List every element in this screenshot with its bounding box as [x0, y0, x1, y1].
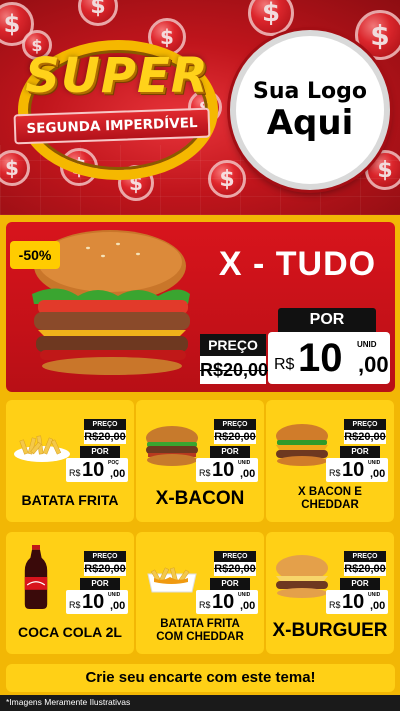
por-label: POR — [210, 446, 250, 458]
new-price: R$ 10 UNID ,00 — [326, 458, 388, 482]
unit-label: UNID — [357, 340, 377, 349]
fries-icon — [14, 435, 70, 462]
unit-label: UNID — [238, 460, 251, 466]
price-integer: 10 — [82, 459, 105, 481]
unit-label: UNID — [238, 592, 251, 598]
preco-label: PREÇO — [214, 551, 256, 562]
price-integer: 10 — [212, 459, 235, 481]
por-label: POR — [340, 446, 380, 458]
featured-new-price: R$ 10 UNID ,00 — [268, 332, 390, 384]
new-price: R$ 10 UNID ,00 — [66, 590, 128, 614]
price-decimal: ,00 — [358, 352, 389, 377]
featured-old-price: R$20,00 — [200, 356, 268, 384]
cheeseburger-icon — [276, 555, 328, 598]
logo-placeholder[interactable]: Sua Logo Aqui — [230, 30, 390, 190]
unit-label: UNID — [108, 592, 121, 598]
product-name: X-BURGUER — [272, 620, 388, 641]
dollar-coin-icon: $ — [78, 0, 118, 26]
price-integer: 10 — [342, 459, 365, 481]
product-card[interactable]: PREÇO R$20,00 POR R$ 10 UNID ,00 BATATA … — [136, 532, 264, 654]
product-name: BATATA FRITA — [21, 492, 119, 508]
currency-label: R$ — [329, 468, 341, 478]
new-price: R$ 10 UNID ,00 — [326, 590, 388, 614]
price-decimal: ,00 — [240, 468, 256, 480]
old-price: R$20,00 — [84, 562, 126, 576]
currency-label: R$ — [69, 600, 81, 610]
unit-label: UNID — [368, 592, 381, 598]
preco-label: PREÇO — [344, 551, 386, 562]
old-price: R$20,00 — [344, 430, 386, 444]
cheddar-fries-icon — [147, 567, 197, 593]
discount-badge: -50% — [10, 241, 60, 269]
price-integer: 10 — [298, 336, 343, 380]
product-name: BATATA FRITA COM CHEDDAR — [156, 618, 244, 643]
product-card[interactable]: PREÇO R$20,00 POR R$ 10 UNID ,00 X-BACON — [136, 400, 264, 522]
burger-icon — [146, 426, 198, 466]
old-price: R$20,00 — [344, 562, 386, 576]
preco-label: PREÇO — [84, 419, 126, 430]
new-price: R$ 10 UNID ,00 — [196, 590, 258, 614]
logo-line1: Sua Logo — [252, 78, 367, 104]
product-name: COCA COLA 2L — [18, 624, 122, 640]
new-price: R$ 10 UNID ,00 — [196, 458, 258, 482]
por-label: POR — [340, 578, 380, 590]
preco-label: PREÇO — [214, 419, 256, 430]
featured-title: X - TUDO — [218, 245, 377, 283]
preco-label: PREÇO — [344, 419, 386, 430]
price-decimal: ,00 — [370, 468, 386, 480]
old-price: R$20,00 — [214, 430, 256, 444]
price-integer: 10 — [342, 591, 365, 613]
product-name: X BACON E CHEDDAR — [298, 486, 362, 511]
price-decimal: ,00 — [110, 468, 126, 480]
soda-bottle-icon — [24, 545, 48, 609]
super-title: SUPER — [25, 48, 209, 104]
price-integer: 10 — [82, 591, 105, 613]
currency-label: R$ — [69, 468, 81, 478]
create-flyer-button[interactable]: Crie seu encarte com este tema! — [6, 664, 395, 692]
unit-label: UNID — [368, 460, 381, 466]
price-decimal: ,00 — [370, 600, 386, 612]
cheddar-burger-icon — [276, 424, 328, 466]
disclaimer-text: *Imagens Meramente Ilustrativas — [6, 697, 131, 707]
logo-line2: Aqui — [266, 102, 354, 143]
product-card[interactable]: PREÇO R$20,00 POR R$ 10 POÇ ,00 BATATA F… — [6, 400, 134, 522]
currency-label: R$ — [329, 600, 341, 610]
old-price: R$20,00 — [214, 562, 256, 576]
product-card[interactable]: PREÇO R$20,00 POR R$ 10 UNID ,00 X BACON… — [266, 400, 394, 522]
currency-label: R$ — [199, 468, 211, 478]
currency-label: R$ — [274, 356, 295, 373]
header-banner: $ $ $ $ $ $ $ $ $ $ $ $ SUPER SEGUNDA IM… — [0, 0, 400, 215]
price-integer: 10 — [212, 591, 235, 613]
por-label: POR — [210, 578, 250, 590]
price-decimal: ,00 — [240, 600, 256, 612]
currency-label: R$ — [199, 600, 211, 610]
price-decimal: ,00 — [110, 600, 126, 612]
unit-label: POÇ — [108, 460, 119, 466]
new-price: R$ 10 POÇ ,00 — [66, 458, 128, 482]
featured-por-label: POR — [278, 308, 376, 332]
product-name: X-BACON — [155, 488, 245, 509]
dollar-coin-icon: $ — [248, 0, 294, 36]
old-price: R$20,00 — [84, 430, 126, 444]
preco-label: PREÇO — [84, 551, 126, 562]
por-label: POR — [80, 578, 120, 590]
product-card[interactable]: PREÇO R$20,00 POR R$ 10 UNID ,00 X-BURGU… — [266, 532, 394, 654]
featured-preco-label: PREÇO — [200, 334, 266, 356]
product-card[interactable]: PREÇO R$20,00 POR R$ 10 UNID ,00 COCA CO… — [6, 532, 134, 654]
por-label: POR — [80, 446, 120, 458]
